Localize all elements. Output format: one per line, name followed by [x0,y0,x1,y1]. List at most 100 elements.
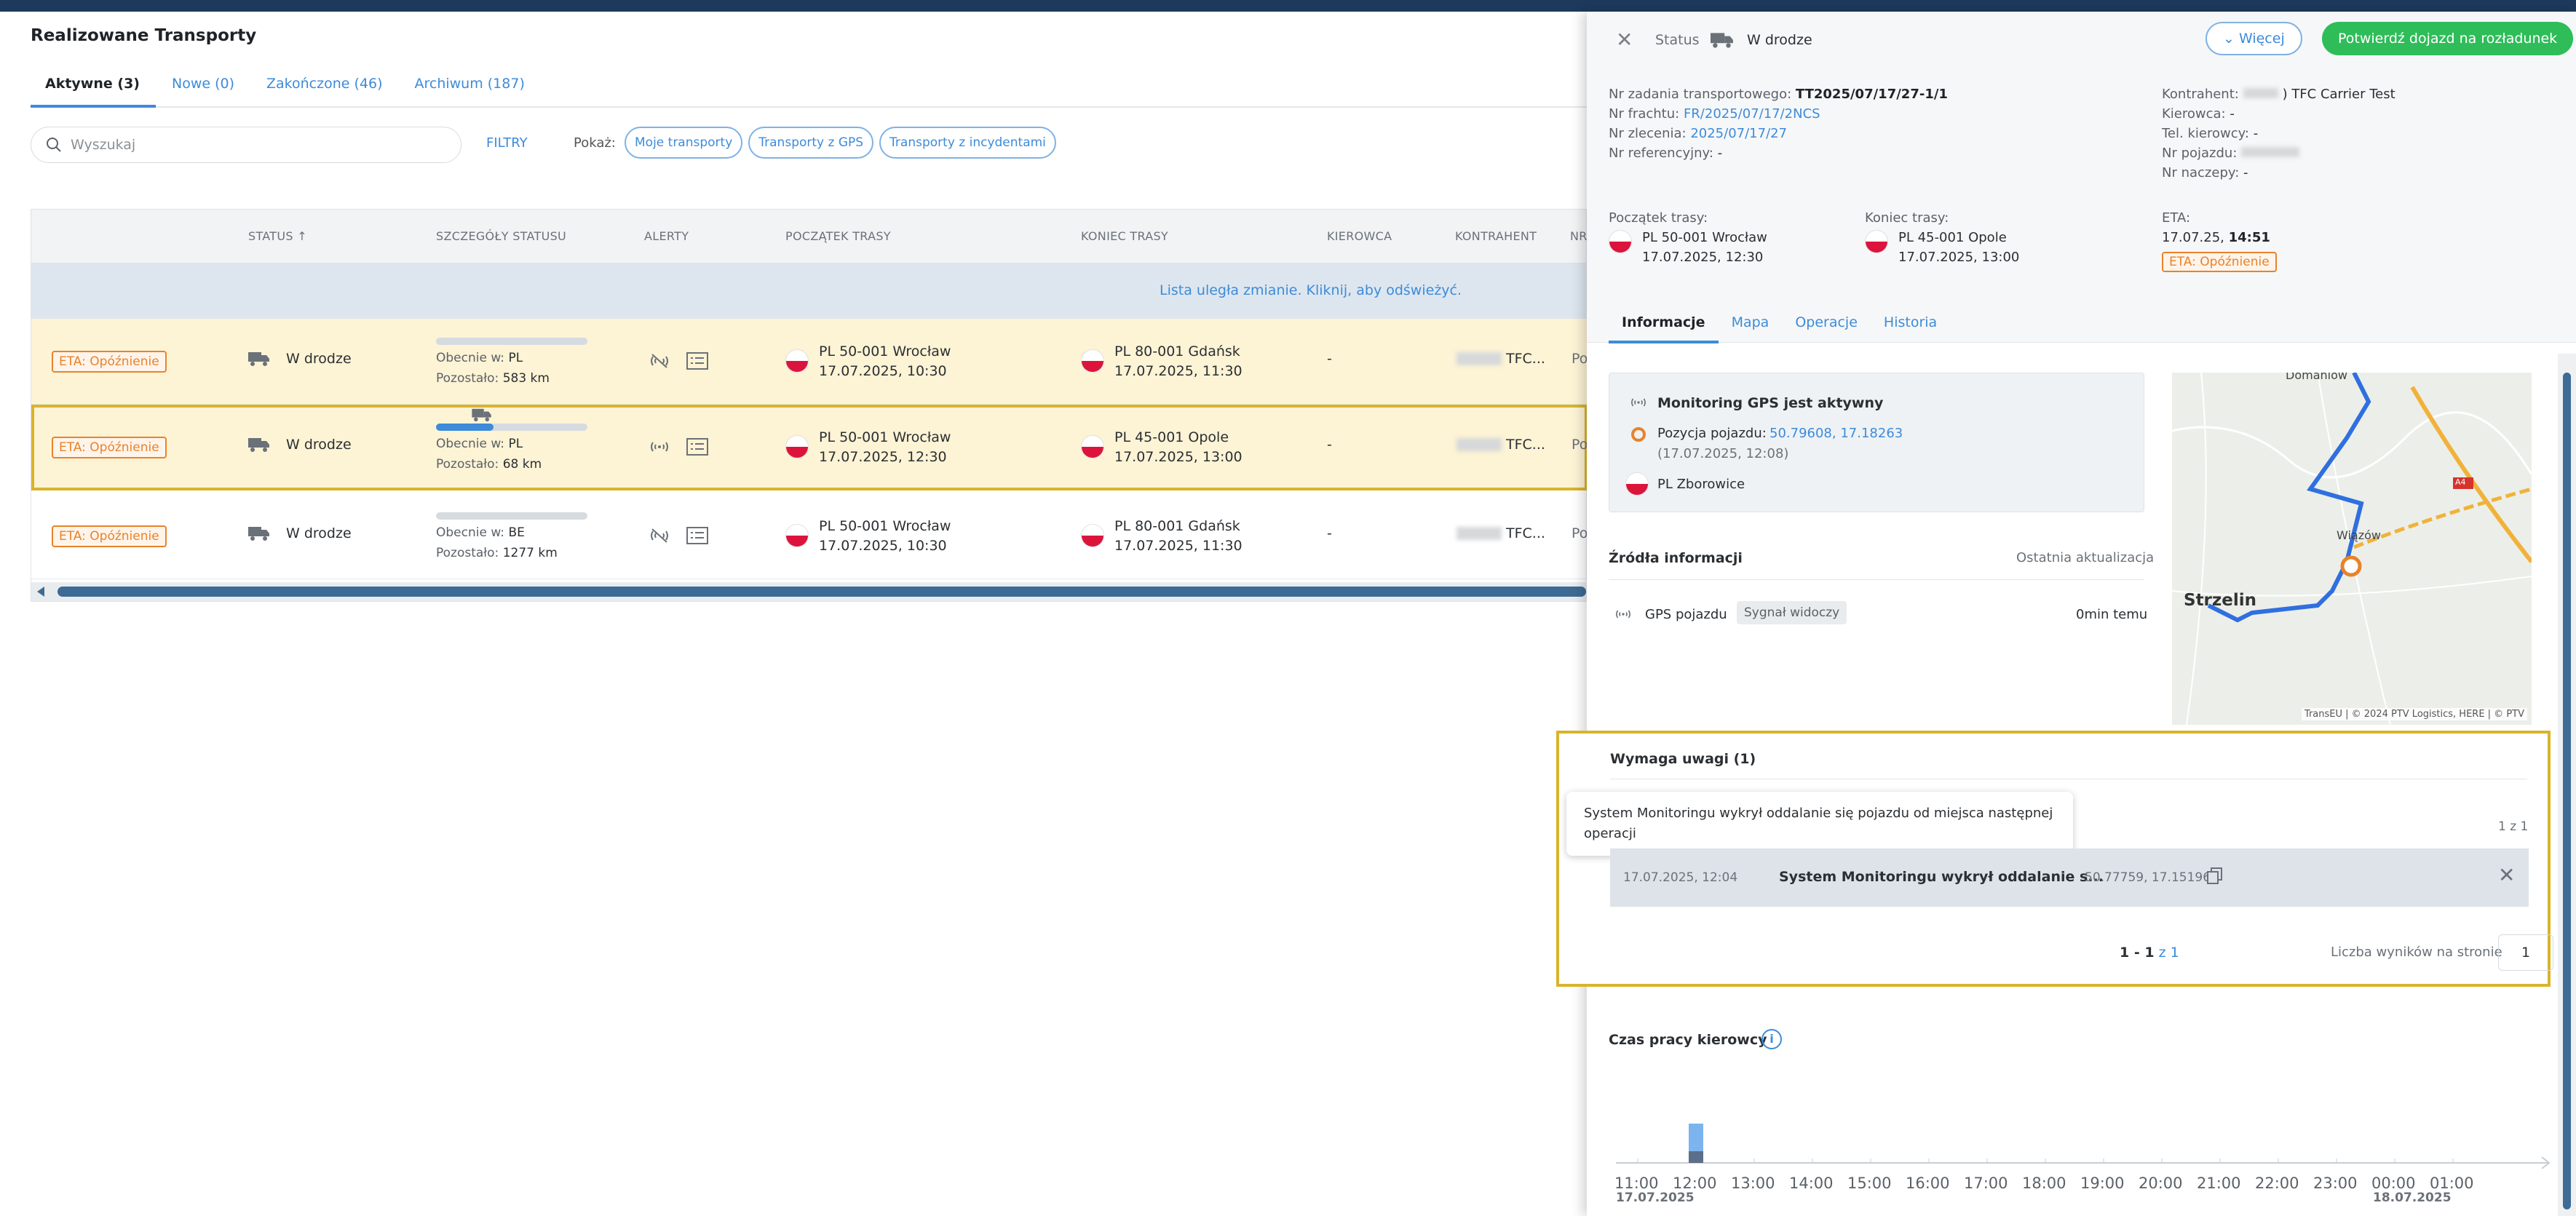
tab-history[interactable]: Historia [1871,307,1950,343]
tab-archive[interactable]: Archiwum (187) [398,67,540,108]
panel-eta: ETA: 17.07.25, 14:51 ETA: Opóźnienie [2162,208,2277,272]
chip-my-transports[interactable]: Moje transporty [625,127,743,159]
nr-value: Po [1572,437,1588,453]
vehicle-number [2241,147,2300,157]
pager-range: 1 - 1 [2120,945,2155,961]
scrollbar-thumb[interactable] [58,587,1586,597]
poland-flag-icon [785,524,809,547]
status-details: Obecnie w: PL Pozostało: 68 km [436,408,589,472]
table-header: STATUS ↑ SZCZEGÓŁY STATUSU ALERTY POCZĄT… [31,210,1587,263]
route-start: PL 50-001 Wrocław 17.07.2025, 10:30 [819,343,951,379]
column-status[interactable]: STATUS ↑ [248,229,307,243]
status-tabs: Aktywne (3) Nowe (0) Zakończone (46) Arc… [31,67,1587,108]
poland-flag-icon [1865,230,1888,253]
quick-filter-chips: Moje transporty Transporty z GPS Transpo… [625,127,1056,159]
status-value: W drodze [1747,32,1812,48]
alert-row[interactable]: 17.07.2025, 12:04 System Monitoringu wyk… [1610,849,2529,907]
details-list-icon[interactable] [686,352,708,370]
timeline-hour-label: 13:00 [1731,1175,1775,1192]
timeline-axis [1616,1124,2551,1169]
attention-section: Wymaga uwagi (1) System Monitoringu wykr… [1556,731,2553,987]
table-row[interactable]: ETA: Opóźnienie W drodze Obecnie w: PL P… [31,319,1588,405]
pager-total: z 1 [2158,945,2179,961]
nr-value: Po [1572,525,1588,541]
poland-flag-icon [1625,472,1649,496]
alert-count: 1 z 1 [2498,819,2529,834]
dismiss-alert-icon[interactable]: ✕ [2498,863,2515,887]
info-icon[interactable]: i [1761,1029,1782,1049]
table-row[interactable]: ETA: Opóźnienie W drodze Obecnie w: BE P… [31,493,1588,579]
timeline-hour-label: 15:00 [1847,1175,1892,1192]
more-button[interactable]: ⌄ Więcej [2206,22,2302,55]
tab-information[interactable]: Informacje [1609,307,1719,343]
refresh-notice[interactable]: Lista uległa zmianie. Kliknij, aby odświ… [1160,282,1462,298]
details-list-icon[interactable] [686,527,708,544]
tab-new[interactable]: Nowe (0) [156,67,250,108]
reference-number: - [1717,146,1723,161]
table-row[interactable]: ETA: Opóźnienie W drodze Obecnie w: PL P… [31,405,1588,490]
copy-icon[interactable] [2207,867,2223,885]
timeline-hour-label: 19:00 [2080,1175,2125,1192]
contractor-value: TFC... [1457,525,1545,541]
map-attribution: TransEU | © 2024 PTV Logistics, HERE | ©… [2301,708,2527,720]
driver-value: - [1327,525,1332,541]
transport-list-view: Realizowane Transporty Aktywne (3) Nowe … [0,12,1588,1216]
order-number-link[interactable]: 2025/07/17/27 [1690,126,1787,141]
top-bar [0,0,2576,12]
search-input[interactable]: Wyszukaj [31,127,461,163]
tab-map[interactable]: Mapa [1719,307,1783,343]
poland-flag-icon [1609,230,1632,253]
details-list-icon[interactable] [686,438,708,456]
transport-detail-panel: ✕ Status W drodze ⌄ Więcej Potwierdź doj… [1556,12,2576,1216]
alert-time: 17.07.2025, 12:04 [1623,870,1738,885]
nr-value: Po [1572,351,1588,367]
truck-icon [248,527,269,541]
filters-button[interactable]: FILTRY [486,135,528,151]
remaining-distance: 68 km [502,457,542,472]
freight-number-link[interactable]: FR/2025/07/17/2NCS [1684,106,1820,122]
chip-gps-transports[interactable]: Transporty z GPS [748,127,874,159]
timeline-hour-label: 18:00 [2022,1175,2066,1192]
tab-operations[interactable]: Operacje [1782,307,1871,343]
gps-off-icon[interactable] [649,527,670,544]
close-icon[interactable]: ✕ [1616,28,1633,52]
gps-signal-icon[interactable] [649,438,670,456]
gps-signal-icon [1631,398,1646,407]
poland-flag-icon [785,349,809,373]
vehicle-coordinates-link[interactable]: 50.79608, 17.18263 [1769,426,1903,441]
timeline-hour-label: 22:00 [2255,1175,2299,1192]
panel-vertical-scrollbar[interactable] [2558,354,2576,1216]
timeline-hour-label: 20:00 [2139,1175,2183,1192]
driver-activity-bar-segment [1689,1151,1703,1163]
eta-delay-badge: ETA: Opóźnienie [52,437,167,458]
route-end: PL 80-001 Gdańsk 17.07.2025, 11:30 [1114,343,1243,379]
chip-incident-transports[interactable]: Transporty z incydentami [879,127,1056,159]
horizontal-scrollbar[interactable] [31,582,1588,601]
gps-signal-icon [1616,610,1630,619]
tab-finished[interactable]: Zakończone (46) [250,67,398,108]
pagination: 1 - 1 z 1 [2120,945,2179,961]
column-driver: KIEROWCA [1327,229,1392,243]
scroll-left-arrow-icon[interactable] [37,587,44,597]
gps-off-icon[interactable] [649,352,670,370]
driver-name: - [2230,106,2235,122]
per-page-input[interactable]: 1 [2498,934,2553,971]
confirm-unloading-button[interactable]: Potwierdź dojazd na rozładunek [2322,22,2574,55]
scrollbar-thumb[interactable] [2563,373,2571,1209]
driver-value: - [1327,437,1332,453]
source-name: GPS pojazdu [1645,607,1727,622]
status-text: W drodze [286,437,352,453]
refresh-notice-row[interactable]: Lista uległa zmianie. Kliknij, aby odświ… [31,263,1586,319]
vehicle-map[interactable]: Domaniów Wiązów Strzelin A4 TransEU | © … [2172,373,2532,725]
timeline-date-start: 17.07.2025 [1616,1191,1695,1205]
eta-delay-badge: ETA: Opóźnienie [2162,252,2277,272]
attention-title: Wymaga uwagi (1) [1610,751,1756,767]
current-country: BE [508,525,525,540]
tab-active[interactable]: Aktywne (3) [31,67,156,108]
route-end: PL 80-001 Gdańsk 17.07.2025, 11:30 [1114,518,1243,554]
current-country: PL [508,437,523,451]
driver-phone: - [2253,126,2259,141]
panel-header: ✕ Status W drodze ⌄ Więcej Potwierdź doj… [1587,12,2576,343]
driver-time-title: Czas pracy kierowcy [1609,1032,1767,1048]
remaining-distance: 1277 km [502,546,558,560]
